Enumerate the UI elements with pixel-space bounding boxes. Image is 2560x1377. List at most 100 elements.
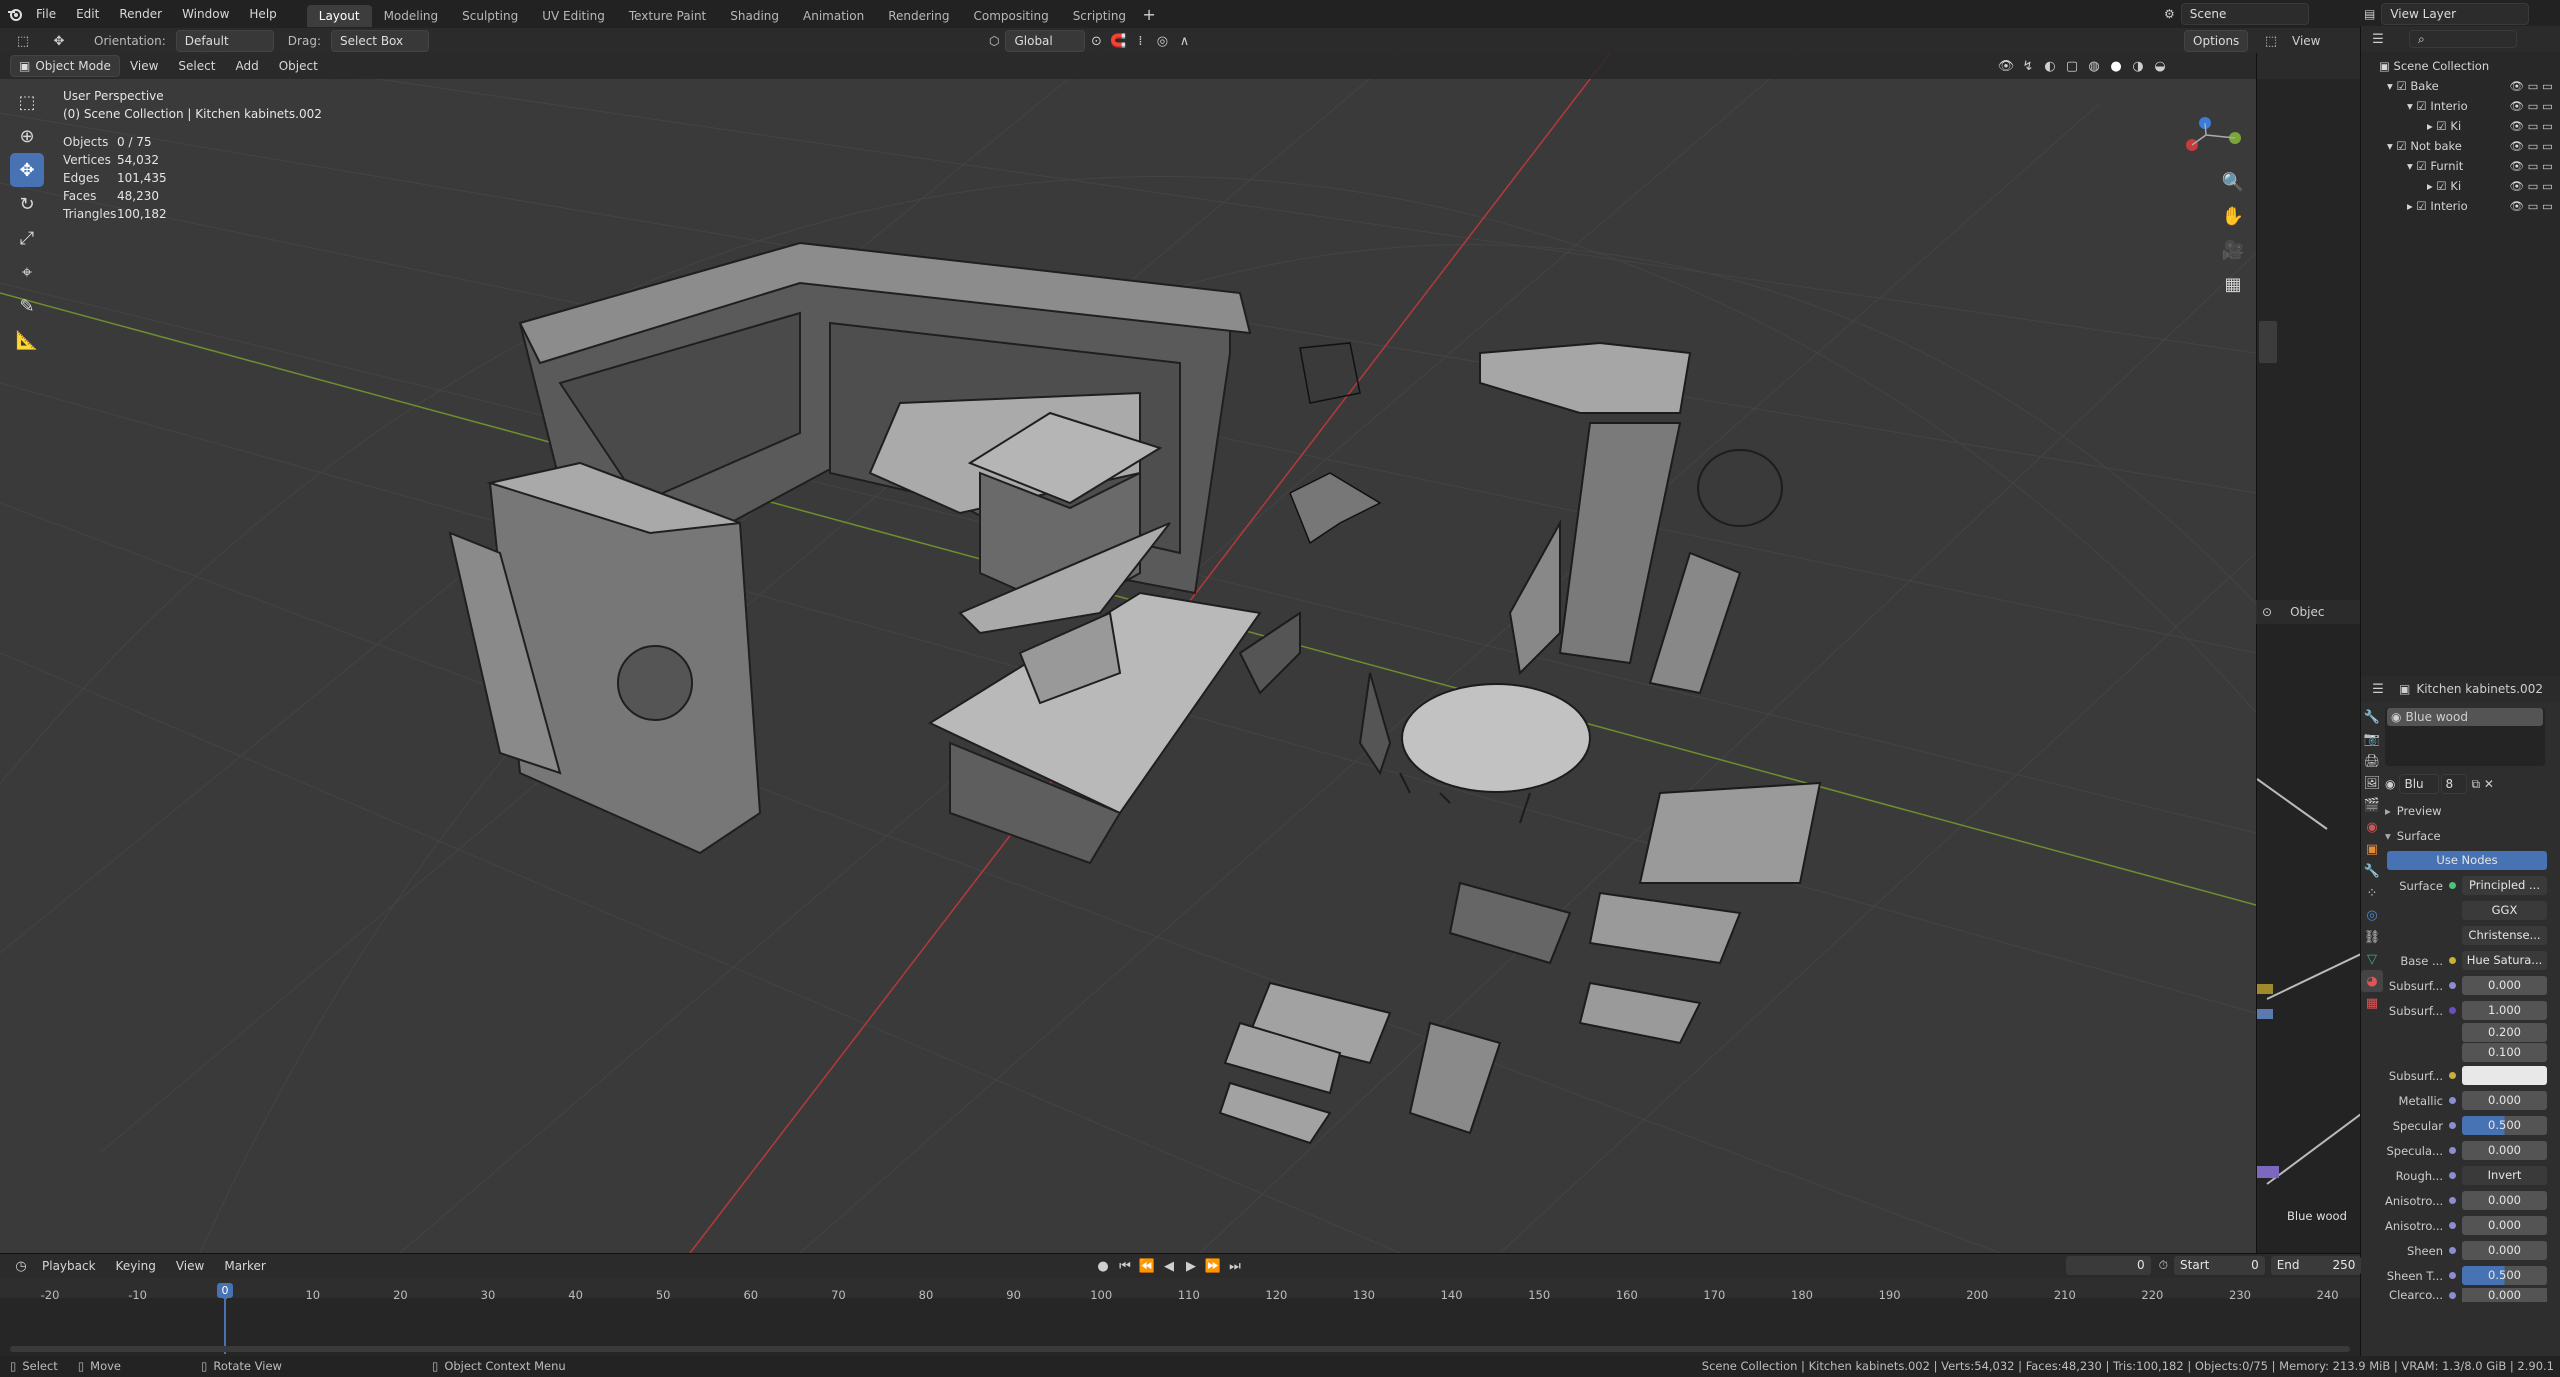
current-frame-field[interactable]: 0 <box>2066 1256 2151 1275</box>
anisotropic-rotation-field[interactable]: 0.000 <box>2462 1216 2547 1235</box>
end-frame-field[interactable]: End 250 <box>2270 1256 2362 1275</box>
sheen-field[interactable]: 0.000 <box>2462 1241 2547 1260</box>
move-tool-icon[interactable]: ✥ <box>48 30 70 52</box>
pan-hand-icon[interactable]: ✋ <box>2216 199 2250 233</box>
tab-texture-paint[interactable]: Texture Paint <box>617 5 718 27</box>
menu-help[interactable]: Help <box>239 0 286 28</box>
record-icon[interactable]: ● <box>1092 1255 1114 1277</box>
data-tab-icon[interactable]: ▽ <box>2361 948 2383 970</box>
material-user-count[interactable]: 8 <box>2441 774 2468 794</box>
timeline-menu-playback[interactable]: Playback <box>32 1252 106 1280</box>
tab-sculpting[interactable]: Sculpting <box>450 5 530 27</box>
object-tab-icon[interactable]: ▣ <box>2361 838 2383 860</box>
tall-cabinet-model[interactable] <box>1479 341 1783 695</box>
outliner-row-not-bake[interactable]: ▾ ☑ Not bake 👁 ▭ ▭ <box>2361 136 2560 156</box>
outliner-search-input[interactable]: ⌕ <box>2409 30 2517 48</box>
anisotropic-field[interactable]: 0.000 <box>2462 1191 2547 1210</box>
surface-shader-dropdown[interactable]: Principled ... <box>2462 876 2547 895</box>
render-tab-icon[interactable]: 📷 <box>2361 728 2383 750</box>
next-keyframe-icon[interactable]: ⏩ <box>1202 1255 1224 1277</box>
checkbox-icon[interactable]: ☑ <box>2396 79 2410 93</box>
snap-icon[interactable]: 🧲 <box>1107 30 1129 52</box>
stools-model[interactable] <box>1218 981 1502 1145</box>
scene-selector[interactable]: ⚙ Scene <box>2164 3 2309 25</box>
material-name-field[interactable]: Blu <box>2399 774 2440 794</box>
measure-tool-icon[interactable]: 📐 <box>10 323 44 357</box>
subsurface-color-swatch[interactable] <box>2462 1066 2547 1085</box>
menu-edit[interactable]: Edit <box>66 0 109 28</box>
shading-rendered-icon[interactable]: ◒ <box>2149 55 2171 77</box>
tab-compositing[interactable]: Compositing <box>961 5 1060 27</box>
row-visibility-icons[interactable]: 👁 ▭ ▭ <box>2509 196 2553 216</box>
outliner-row-scene-collection[interactable]: ▣ Scene Collection <box>2361 56 2560 76</box>
subsurface-field[interactable]: 0.000 <box>2462 976 2547 995</box>
shading-solid-icon[interactable]: ● <box>2105 55 2127 77</box>
row-visibility-icons[interactable]: 👁 ▭ ▭ <box>2509 136 2553 156</box>
drag-dropdown[interactable]: Select Box <box>330 30 429 52</box>
timeline-editor-icon[interactable]: ◷ <box>10 1255 32 1277</box>
options-dropdown[interactable]: Options <box>2184 30 2249 52</box>
material-slot-item[interactable]: ◉ Blue wood <box>2387 708 2543 726</box>
view-layer-tab-icon[interactable]: 🖼 <box>2361 772 2383 794</box>
navigation-gizmo[interactable] <box>2186 117 2241 151</box>
orientation-dropdown[interactable]: Default <box>175 30 274 52</box>
viewport-menu-object[interactable]: Object <box>269 52 328 80</box>
material-browse-icon[interactable]: ◉ <box>2385 777 2395 791</box>
scale-tool-icon[interactable]: ⤢ <box>10 221 44 255</box>
view-layer-selector[interactable]: ▤ View Layer <box>2364 3 2530 25</box>
jump-start-icon[interactable]: ⏮ <box>1114 1255 1136 1277</box>
outliner-row-ki[interactable]: ▸ ☑ Ki 👁 ▭ ▭ <box>2361 116 2560 136</box>
zoom-icon[interactable]: 🔍 <box>2216 165 2250 199</box>
modifier-tab-icon[interactable]: 🔧 <box>2361 860 2383 882</box>
tab-rendering[interactable]: Rendering <box>876 5 961 27</box>
fake-user-icon[interactable]: ⧉ ✕ <box>2471 777 2493 792</box>
3d-viewport[interactable] <box>0 53 2256 1253</box>
camera-view-icon[interactable]: 🎥 <box>2216 233 2250 267</box>
surface-section-header[interactable]: ▾ Surface <box>2385 823 2560 848</box>
base-color-link-field[interactable]: Hue Satura... <box>2462 951 2547 970</box>
menu-file[interactable]: File <box>26 0 66 28</box>
outliner-row-bake[interactable]: ▾ ☑ Bake 👁 ▭ ▭ <box>2361 76 2560 96</box>
prev-keyframe-icon[interactable]: ⏪ <box>1136 1255 1158 1277</box>
shelving-model[interactable] <box>1448 781 1822 1045</box>
row-visibility-icons[interactable]: 👁 ▭ ▭ <box>2509 96 2553 116</box>
timeline-menu-keying[interactable]: Keying <box>106 1252 166 1280</box>
rotate-tool-icon[interactable]: ↻ <box>10 187 44 221</box>
timeline-menu-view[interactable]: View <box>166 1252 214 1280</box>
texture-tab-icon[interactable]: ▦ <box>2361 992 2383 1014</box>
viewport-menu-add[interactable]: Add <box>225 52 268 80</box>
subsurface-radius-z-field[interactable]: 0.100 <box>2462 1042 2547 1062</box>
viewport-menu-select[interactable]: Select <box>168 52 225 80</box>
subsurface-radius-y-field[interactable]: 0.200 <box>2462 1022 2547 1042</box>
shading-material-icon[interactable]: ◑ <box>2127 55 2149 77</box>
tab-modeling[interactable]: Modeling <box>372 5 451 27</box>
metallic-field[interactable]: 0.000 <box>2462 1091 2547 1110</box>
view-menu-label[interactable]: View <box>2292 34 2320 48</box>
pivot-point-icon[interactable]: ⊙ <box>1085 30 1107 52</box>
viewport-menu-view[interactable]: View <box>120 52 168 80</box>
annotate-tool-icon[interactable]: ✎ <box>10 289 44 323</box>
blender-logo-icon[interactable] <box>4 3 26 25</box>
tab-layout[interactable]: Layout <box>306 4 372 27</box>
subsurface-method-dropdown[interactable]: Christense... <box>2462 926 2547 945</box>
transform-orientation-dropdown[interactable]: Global <box>1005 30 1086 52</box>
preview-section-header[interactable]: ▸ Preview <box>2385 798 2560 823</box>
properties-editor-icon[interactable]: ☰ <box>2367 678 2389 700</box>
outliner-row-ki-2[interactable]: ▸ ☑ Ki 👁 ▭ ▭ <box>2361 176 2560 196</box>
object-mode-dropdown[interactable]: ▣ Object Mode <box>10 55 120 77</box>
physics-tab-icon[interactable]: ◎ <box>2361 904 2383 926</box>
view-layer-field[interactable]: View Layer <box>2381 3 2530 25</box>
distribution-dropdown[interactable]: GGX <box>2462 901 2547 920</box>
outliner-row-interio-2[interactable]: ▸ ☑ Interio 👁 ▭ ▭ <box>2361 196 2560 216</box>
material-tab-icon[interactable]: ◕ <box>2361 970 2383 992</box>
plant-model[interactable] <box>1289 342 1382 545</box>
tab-uv-editing[interactable]: UV Editing <box>530 5 617 27</box>
transform-tool-icon[interactable]: ⌖ <box>10 255 44 289</box>
menu-window[interactable]: Window <box>172 0 239 28</box>
world-tab-icon[interactable]: ◉ <box>2361 816 2383 838</box>
material-slot-list[interactable]: ◉ Blue wood <box>2385 708 2545 766</box>
tab-animation[interactable]: Animation <box>791 5 876 27</box>
start-frame-field[interactable]: Start 0 <box>2174 1256 2265 1275</box>
specular-tint-field[interactable]: 0.000 <box>2462 1141 2547 1160</box>
menu-render[interactable]: Render <box>109 0 172 28</box>
